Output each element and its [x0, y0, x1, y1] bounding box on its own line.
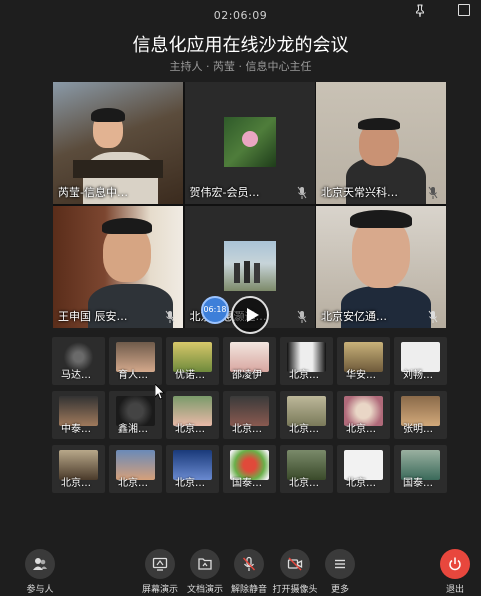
participant-avatar[interactable]: 北京… — [109, 445, 162, 493]
flower-shape — [241, 131, 258, 147]
muted-mic-icon — [428, 186, 438, 199]
camera-off-icon — [280, 549, 310, 579]
video-tile[interactable]: 王申国 辰安… — [53, 206, 183, 328]
avatar-name: 刘畅… — [403, 370, 433, 381]
muted-mic-icon — [297, 186, 306, 199]
participant-avatar[interactable]: 育人… — [109, 337, 162, 385]
video-tile[interactable]: 芮莹-信息中… — [53, 82, 183, 204]
video-tile-name: 贺伟宏-会员… — [189, 186, 260, 199]
video-tile-name: 芮莹-信息中… — [58, 186, 128, 199]
video-tile[interactable]: 贺伟宏-会员… — [184, 82, 315, 204]
person-silhouette — [243, 261, 250, 283]
participants-icon — [25, 549, 55, 579]
participant-hair — [91, 108, 125, 122]
participant-hair — [102, 218, 152, 234]
avatar-name: 北京… — [346, 424, 376, 435]
participant-avatar[interactable]: 国泰… — [394, 445, 447, 493]
top-bar: 02:06:09 — [0, 0, 481, 30]
participant-avatar[interactable]: 华安… — [337, 337, 390, 385]
participant-avatar[interactable]: 中泰… — [52, 391, 105, 439]
avatar-name: 邵凌伊 — [232, 370, 262, 381]
avatar-name: 优诺… — [175, 370, 205, 381]
play-icon[interactable] — [231, 296, 269, 334]
pin-icon[interactable] — [413, 4, 427, 18]
meeting-host: 主持人 · 芮莹 · 信息中心主任 — [169, 60, 312, 73]
participant-avatar[interactable]: 北京… — [280, 391, 333, 439]
avatar-name: 北京… — [61, 478, 91, 489]
exit-button[interactable]: 退出 — [425, 546, 481, 596]
participant-avatar[interactable]: 马达… — [52, 337, 105, 385]
muted-mic-icon — [234, 549, 264, 579]
video-tile-name: 王申国 辰安… — [58, 310, 128, 323]
exit-label: 退出 — [445, 585, 464, 595]
meeting-toolbar: 参与人 屏幕演示 文档演示 解除静音 打开摄像头 更多 退出 — [0, 546, 481, 596]
avatar-name: 北京… — [289, 424, 319, 435]
avatar-name: 育人… — [118, 370, 148, 381]
participant-avatar[interactable]: 北京… — [166, 445, 219, 493]
avatar-name: 北京… — [118, 478, 148, 489]
participant-avatar[interactable]: 北京… — [337, 391, 390, 439]
video-tile-name: 北京天常兴科… — [321, 186, 398, 199]
avatar-name: 北京… — [289, 478, 319, 489]
avatar-name: 北京… — [289, 370, 319, 381]
avatar-image — [223, 241, 276, 291]
avatar-name: 北京… — [175, 424, 205, 435]
muted-mic-icon — [428, 310, 438, 323]
muted-mic-icon — [165, 310, 175, 323]
avatar-name: 鑫湘… — [118, 424, 148, 435]
avatar-name: 国泰… — [403, 478, 433, 489]
participant-avatar[interactable]: 北京… — [280, 445, 333, 493]
avatar-name: 张明… — [403, 424, 433, 435]
avatar-name: 北京… — [232, 424, 262, 435]
avatar-image — [223, 117, 276, 167]
participant-avatar[interactable]: 张明… — [394, 391, 447, 439]
participant-avatar[interactable]: 北京… — [52, 445, 105, 493]
person-silhouette — [233, 263, 240, 283]
power-icon — [440, 549, 470, 579]
video-grid: 芮莹-信息中… 贺伟宏-会员… 北京天常兴科… 王申国 辰安… 北京中惠灏远… — [53, 82, 446, 328]
avatar-name: 北京… — [346, 478, 376, 489]
avatar-name: 马达… — [61, 370, 91, 381]
video-tile[interactable]: 北京天常兴科… — [316, 82, 446, 204]
avatar-row: 马达… 育人… 优诺… 邵凌伊 北京… 华安… 刘畅… — [52, 337, 447, 385]
floating-timer-badge[interactable]: 06:18 — [201, 296, 229, 324]
desk — [73, 160, 163, 178]
participant-hair — [350, 210, 412, 228]
avatar-name: 北京… — [175, 478, 205, 489]
meeting-title: 信息化应用在线沙龙的会议 — [132, 35, 349, 56]
more-label: 更多 — [330, 585, 349, 595]
video-tile[interactable]: 北京安亿通… — [316, 206, 446, 328]
participant-avatar[interactable]: 北京… — [166, 391, 219, 439]
person-silhouette — [253, 263, 260, 283]
avatar-name: 华安… — [346, 370, 376, 381]
participant-avatar[interactable]: 北京… — [337, 445, 390, 493]
participants-button[interactable]: 参与人 — [10, 546, 70, 596]
avatar-row: 中泰… 鑫湘… 北京… 北京… 北京… 北京… 张明… — [52, 391, 447, 439]
muted-mic-icon — [297, 310, 306, 323]
menu-icon — [325, 549, 355, 579]
video-tile-name: 北京安亿通… — [321, 310, 387, 323]
participant-avatar[interactable]: 北京… — [223, 391, 276, 439]
avatar-row: 北京… 北京… 北京… 国泰… 北京… 北京… 国泰… — [52, 445, 447, 493]
participant-avatar[interactable]: 北京… — [280, 337, 333, 385]
more-button[interactable]: 更多 — [310, 546, 370, 596]
screen-share-icon — [145, 549, 175, 579]
meeting-timer: 02:06:09 — [213, 9, 268, 22]
mouse-cursor-icon — [155, 384, 165, 400]
window-maximize-icon[interactable] — [458, 4, 470, 16]
participant-avatar[interactable]: 优诺… — [166, 337, 219, 385]
avatar-name: 国泰… — [232, 478, 262, 489]
participant-avatar[interactable]: 邵凌伊 — [223, 337, 276, 385]
avatar-name: 中泰… — [61, 424, 91, 435]
participants-label: 参与人 — [26, 585, 54, 595]
participant-hair — [358, 118, 400, 130]
participant-avatar[interactable]: 刘畅… — [394, 337, 447, 385]
document-icon — [190, 549, 220, 579]
participant-avatar[interactable]: 国泰… — [223, 445, 276, 493]
